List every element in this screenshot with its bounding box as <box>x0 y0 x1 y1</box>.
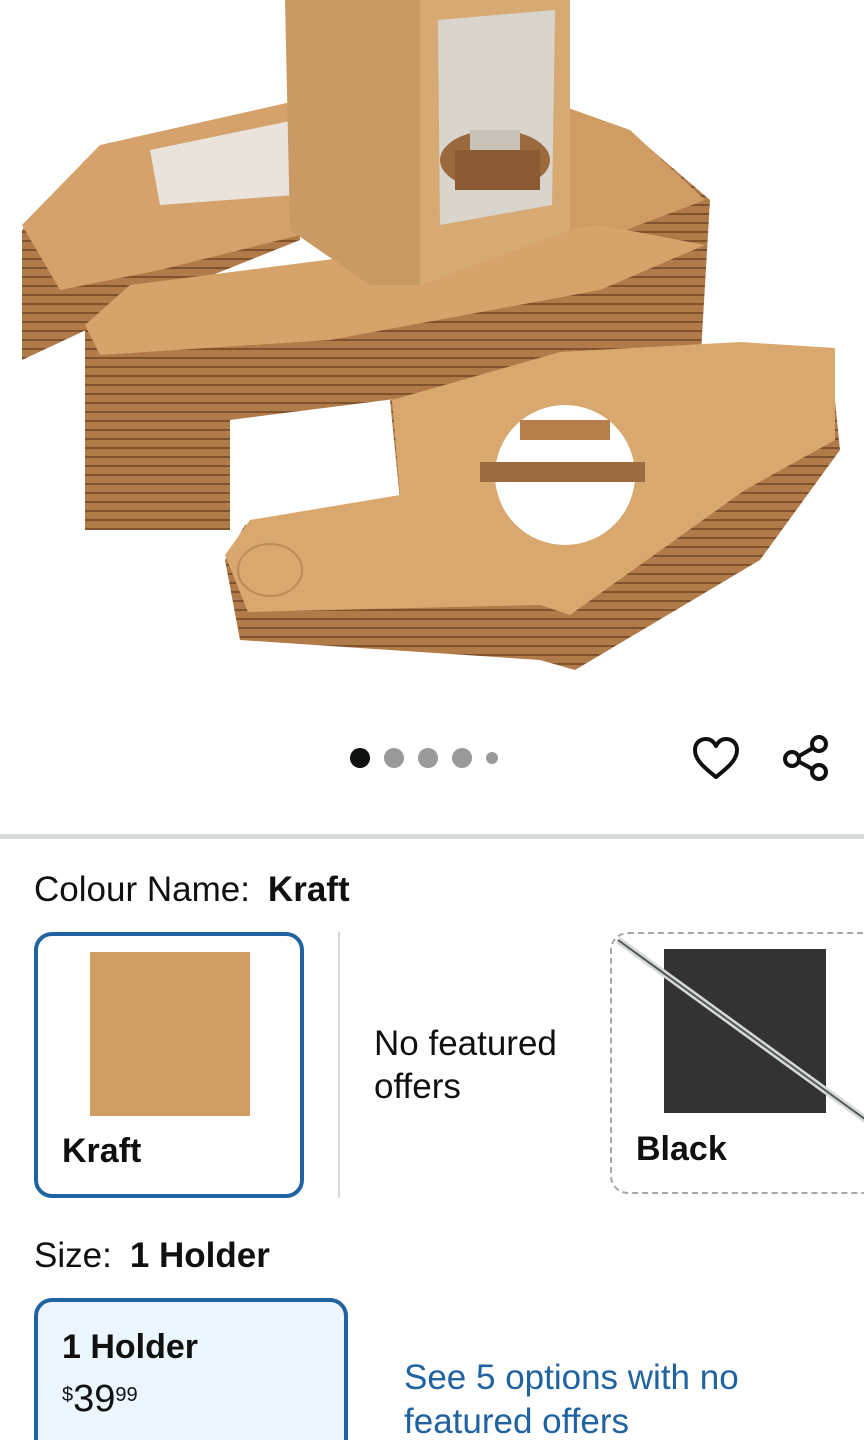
colour-name-label: Colour Name: Kraft <box>34 870 350 910</box>
size-label-text: Size: <box>34 1236 112 1275</box>
colour-swatch-kraft[interactable]: Kraft <box>34 932 304 1198</box>
size-option-price: $3999 <box>62 1378 138 1421</box>
price-symbol: $ <box>62 1384 74 1406</box>
carousel-dot-2[interactable] <box>384 748 404 768</box>
image-carousel-dots[interactable] <box>350 746 498 770</box>
share-icon <box>783 735 828 781</box>
carousel-dot-3[interactable] <box>418 748 438 768</box>
swatch-separator <box>338 932 340 1198</box>
product-image[interactable] <box>0 0 864 720</box>
swatch-label-kraft: Kraft <box>62 1132 142 1170</box>
see-options-link[interactable]: See 5 options with no featured offers <box>404 1356 744 1440</box>
wishlist-button[interactable] <box>686 728 746 788</box>
carousel-dot-1[interactable] <box>350 748 370 768</box>
carousel-dot-5[interactable] <box>486 752 498 764</box>
heart-icon <box>693 737 739 779</box>
size-option-1-holder[interactable]: 1 Holder $3999 <box>34 1298 348 1440</box>
no-featured-offers-text: No featured offers <box>374 1024 557 1106</box>
section-divider <box>0 834 864 839</box>
colour-swatch-black[interactable]: Black <box>610 932 864 1194</box>
size-selected-value: 1 Holder <box>129 1236 270 1275</box>
share-button[interactable] <box>776 728 836 788</box>
price-fraction: 99 <box>115 1384 138 1406</box>
size-label: Size: 1 Holder <box>34 1236 270 1276</box>
size-option-name: 1 Holder <box>62 1328 199 1366</box>
swatch-label-black: Black <box>636 1130 727 1168</box>
kraft-colour-chip <box>90 952 250 1116</box>
carousel-dot-4[interactable] <box>452 748 472 768</box>
colour-label-text: Colour Name: <box>34 870 250 909</box>
cupcake-box-illustration <box>22 0 840 670</box>
colour-selected-value: Kraft <box>267 870 350 909</box>
price-whole: 39 <box>73 1378 116 1420</box>
